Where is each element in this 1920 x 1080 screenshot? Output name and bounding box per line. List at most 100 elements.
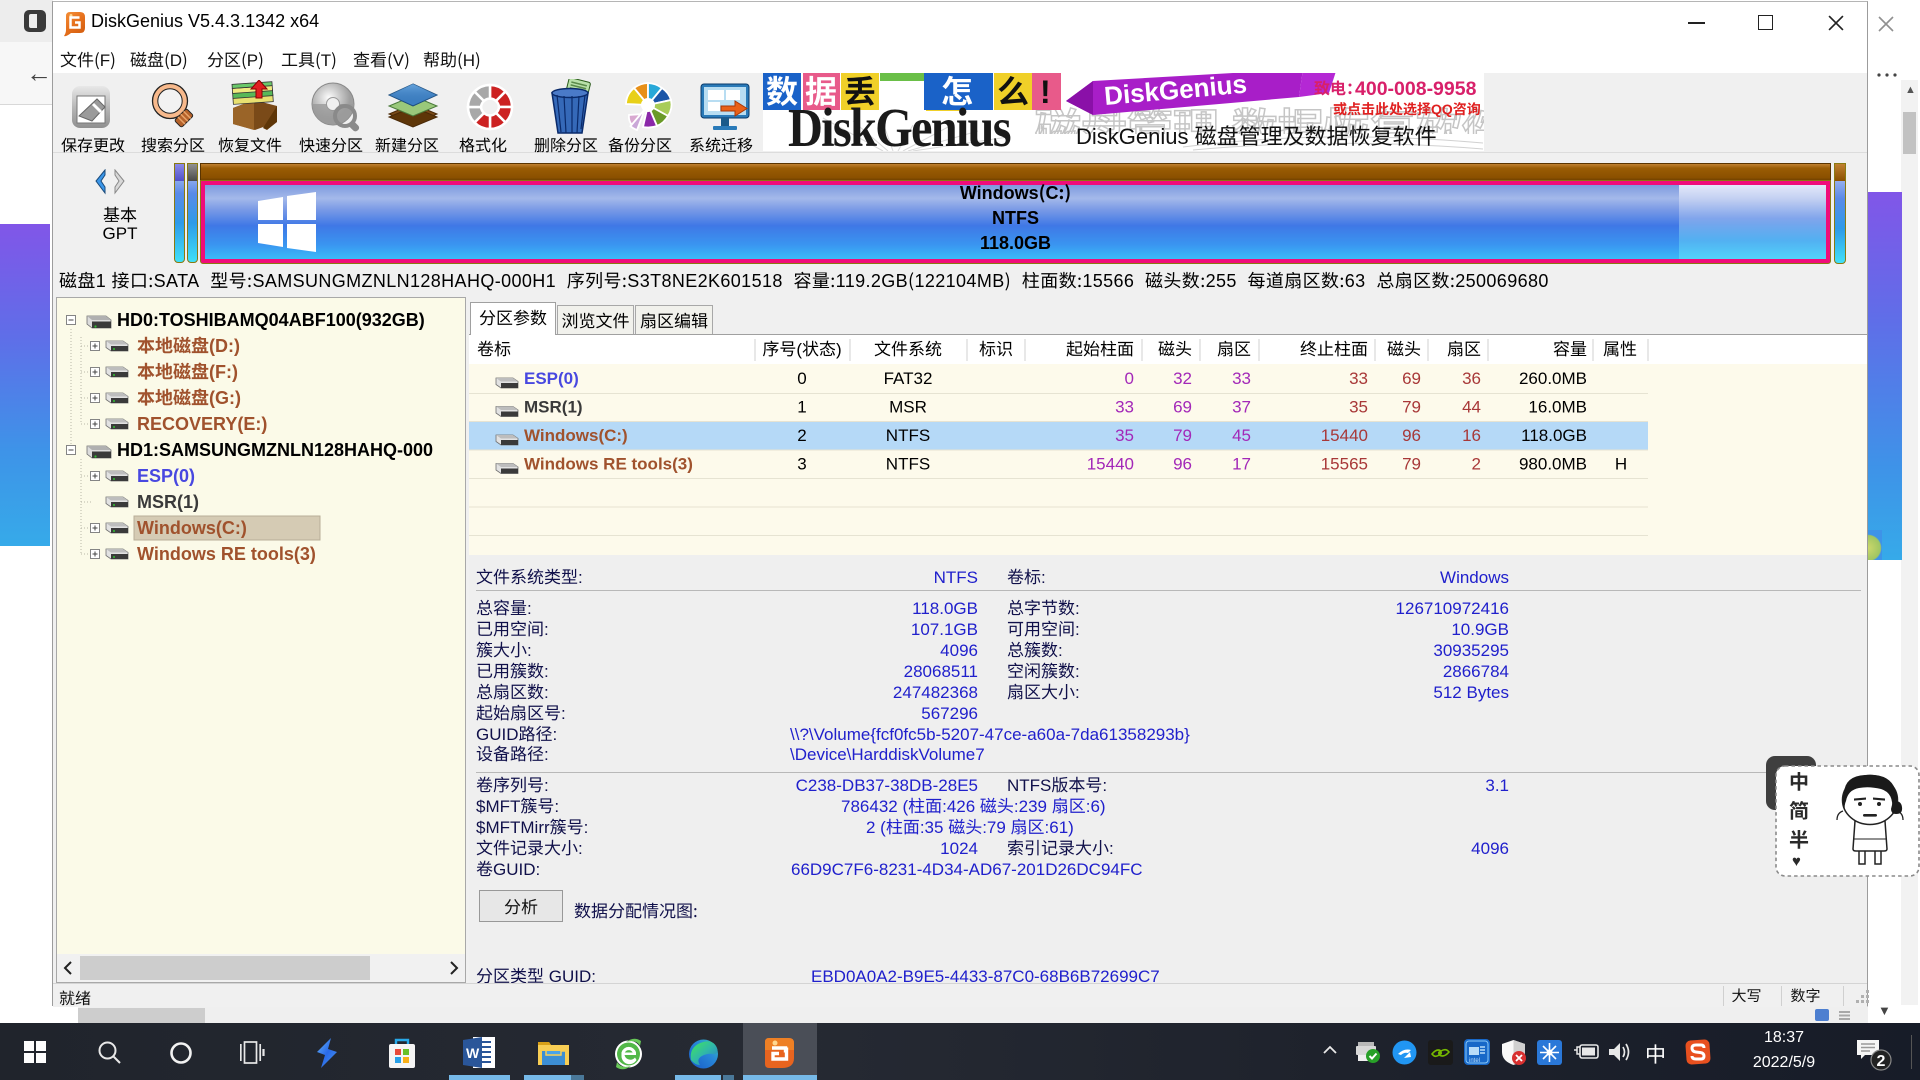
svg-text:10.9GB: 10.9GB [1451, 620, 1509, 639]
svg-text:C238-DB37-38DB-28E5: C238-DB37-38DB-28E5 [796, 776, 978, 795]
svg-text:磁头: 磁头 [1387, 340, 1421, 359]
svg-text:0: 0 [797, 369, 806, 388]
svg-text:2: 2 [1472, 455, 1481, 474]
svg-text:intel: intel [1469, 1058, 1480, 1064]
svg-text:本地磁盘(F:): 本地磁盘(F:) [137, 362, 238, 382]
svg-text:总簇数:: 总簇数: [1007, 641, 1063, 660]
svg-text:2 (柱面:35 磁头:79 扇区:61): 2 (柱面:35 磁头:79 扇区:61) [866, 818, 1074, 837]
svg-text:567296: 567296 [921, 704, 978, 723]
svg-text:79: 79 [1402, 398, 1421, 417]
svg-text:标识: 标识 [979, 340, 1013, 359]
svg-text:MSR(1): MSR(1) [524, 398, 583, 417]
svg-text:3: 3 [797, 455, 806, 474]
svg-text:索引记录大小:: 索引记录大小: [1007, 839, 1114, 858]
svg-text:扇区: 扇区 [1217, 340, 1251, 359]
svg-text:卷标: 卷标 [477, 340, 511, 359]
svg-text:!: ! [1040, 74, 1051, 110]
svg-text:属性: 属性 [1603, 340, 1637, 359]
svg-text:H: H [1615, 455, 1627, 474]
svg-text:Windows(C:): Windows(C:) [137, 518, 247, 538]
svg-text:分区类型 GUID:: 分区类型 GUID: [476, 967, 596, 983]
svg-text:16: 16 [1462, 426, 1481, 445]
svg-text:序号(状态): 序号(状态) [762, 340, 841, 359]
svg-text:可用空间:: 可用空间: [1007, 620, 1080, 639]
svg-text:118.0GB: 118.0GB [912, 599, 978, 618]
svg-text:44: 44 [1462, 398, 1481, 417]
svg-text:3.1: 3.1 [1485, 776, 1509, 795]
svg-text:69: 69 [1173, 398, 1192, 417]
svg-text:总字节数:: 总字节数: [1007, 599, 1080, 618]
svg-text:33: 33 [1349, 369, 1368, 388]
svg-text:16.0MB: 16.0MB [1528, 398, 1587, 417]
svg-text:36: 36 [1462, 369, 1481, 388]
svg-text:96: 96 [1173, 455, 1192, 474]
svg-text:FAT32: FAT32 [884, 369, 933, 388]
svg-text:980.0MB: 980.0MB [1519, 455, 1587, 474]
svg-text:终止柱面: 终止柱面 [1300, 340, 1368, 359]
svg-text:247482368: 247482368 [893, 683, 978, 702]
svg-text:文件系统: 文件系统 [874, 340, 942, 359]
svg-text:卷标:: 卷标: [1007, 568, 1046, 587]
svg-text:$MFTMirr簇号:: $MFTMirr簇号: [476, 818, 588, 837]
svg-text:HD1:SAMSUNGMZNLN128HAHQ-000: HD1:SAMSUNGMZNLN128HAHQ-000 [117, 440, 433, 460]
svg-text:起始柱面: 起始柱面 [1066, 340, 1134, 359]
svg-text:107.1GB: 107.1GB [911, 620, 978, 639]
svg-text:卷GUID:: 卷GUID: [476, 860, 540, 879]
svg-text:空闲簇数:: 空闲簇数: [1007, 662, 1080, 681]
svg-text:EBD0A0A2-B9E5-4433-87C0-68B6B7: EBD0A0A2-B9E5-4433-87C0-68B6B72699C7 [811, 967, 1160, 983]
svg-text:ESP(0): ESP(0) [137, 466, 195, 486]
svg-text:1: 1 [797, 398, 806, 417]
svg-text:本地磁盘(G:): 本地磁盘(G:) [137, 388, 241, 408]
svg-text:118.0GB: 118.0GB [1521, 426, 1587, 445]
svg-text:Windows: Windows [1440, 568, 1509, 587]
svg-text:33: 33 [1115, 398, 1134, 417]
svg-text:扇区: 扇区 [1447, 340, 1481, 359]
svg-text:$MFT簇号:: $MFT簇号: [476, 797, 559, 816]
svg-text:0: 0 [1125, 369, 1134, 388]
svg-text:66D9C7F6-8231-4D34-AD67-201D26: 66D9C7F6-8231-4D34-AD67-201D26DC94FC [791, 860, 1143, 879]
svg-text:37: 37 [1232, 398, 1251, 417]
svg-text:DiskGenius: DiskGenius [788, 98, 1010, 151]
svg-text:已用簇数:: 已用簇数: [476, 662, 549, 681]
svg-text:文件系统类型:: 文件系统类型: [476, 568, 583, 587]
svg-text:35: 35 [1115, 426, 1134, 445]
svg-text:扇区大小:: 扇区大小: [1007, 683, 1080, 702]
svg-text:1024: 1024 [940, 839, 978, 858]
svg-text:或点击此处选择QQ咨询: 或点击此处选择QQ咨询 [1333, 101, 1481, 117]
svg-text:786432 (柱面:426 磁头:239 扇区:6): 786432 (柱面:426 磁头:239 扇区:6) [841, 797, 1106, 816]
svg-text:ESP(0): ESP(0) [524, 369, 579, 388]
svg-text:W: W [466, 1045, 480, 1061]
svg-text:起始扇区号:: 起始扇区号: [476, 704, 566, 723]
svg-text:Windows RE tools(3): Windows RE tools(3) [524, 455, 693, 474]
svg-text:4096: 4096 [940, 641, 978, 660]
svg-text:15440: 15440 [1087, 455, 1134, 474]
svg-text:半: 半 [1789, 829, 1809, 852]
svg-text:RECOVERY(E:): RECOVERY(E:) [137, 414, 267, 434]
svg-text:NTFS: NTFS [886, 426, 930, 445]
svg-text:中: 中 [1789, 772, 1809, 794]
svg-text:79: 79 [1402, 455, 1421, 474]
svg-text:已用空间:: 已用空间: [476, 620, 549, 639]
svg-text:HD0:TOSHIBAMQ04ABF100(932GB): HD0:TOSHIBAMQ04ABF100(932GB) [117, 310, 425, 330]
svg-text:Windows RE tools(3): Windows RE tools(3) [137, 544, 316, 564]
svg-text:260.0MB: 260.0MB [1519, 369, 1587, 388]
svg-text:NTFS版本号:: NTFS版本号: [1007, 776, 1107, 795]
svg-text:NTFS: NTFS [886, 455, 930, 474]
svg-text:簇大小:: 簇大小: [476, 641, 532, 660]
svg-text:文件记录大小:: 文件记录大小: [476, 839, 583, 858]
svg-text:♥: ♥ [1792, 853, 1801, 870]
svg-text:\\?\Volume{fcf0fc5b-5207-47ce-: \\?\Volume{fcf0fc5b-5207-47ce-a60a-7da61… [790, 725, 1190, 744]
svg-text:30935295: 30935295 [1433, 641, 1509, 660]
svg-text:96: 96 [1402, 426, 1421, 445]
svg-text:DiskGenius 磁盘管理及数据恢复软件: DiskGenius 磁盘管理及数据恢复软件 [1076, 124, 1437, 149]
svg-text:32: 32 [1173, 369, 1192, 388]
svg-text:总容量:: 总容量: [476, 599, 532, 618]
svg-text:设备路径:: 设备路径: [476, 745, 549, 764]
svg-text:MSR(1): MSR(1) [137, 492, 199, 512]
svg-text:4096: 4096 [1471, 839, 1509, 858]
svg-text:2: 2 [797, 426, 806, 445]
svg-text:512 Bytes: 512 Bytes [1433, 678, 1509, 703]
svg-text:28068511: 28068511 [904, 662, 978, 681]
svg-text:GUID路径:: GUID路径: [476, 725, 557, 744]
svg-text:MSR: MSR [889, 398, 927, 417]
